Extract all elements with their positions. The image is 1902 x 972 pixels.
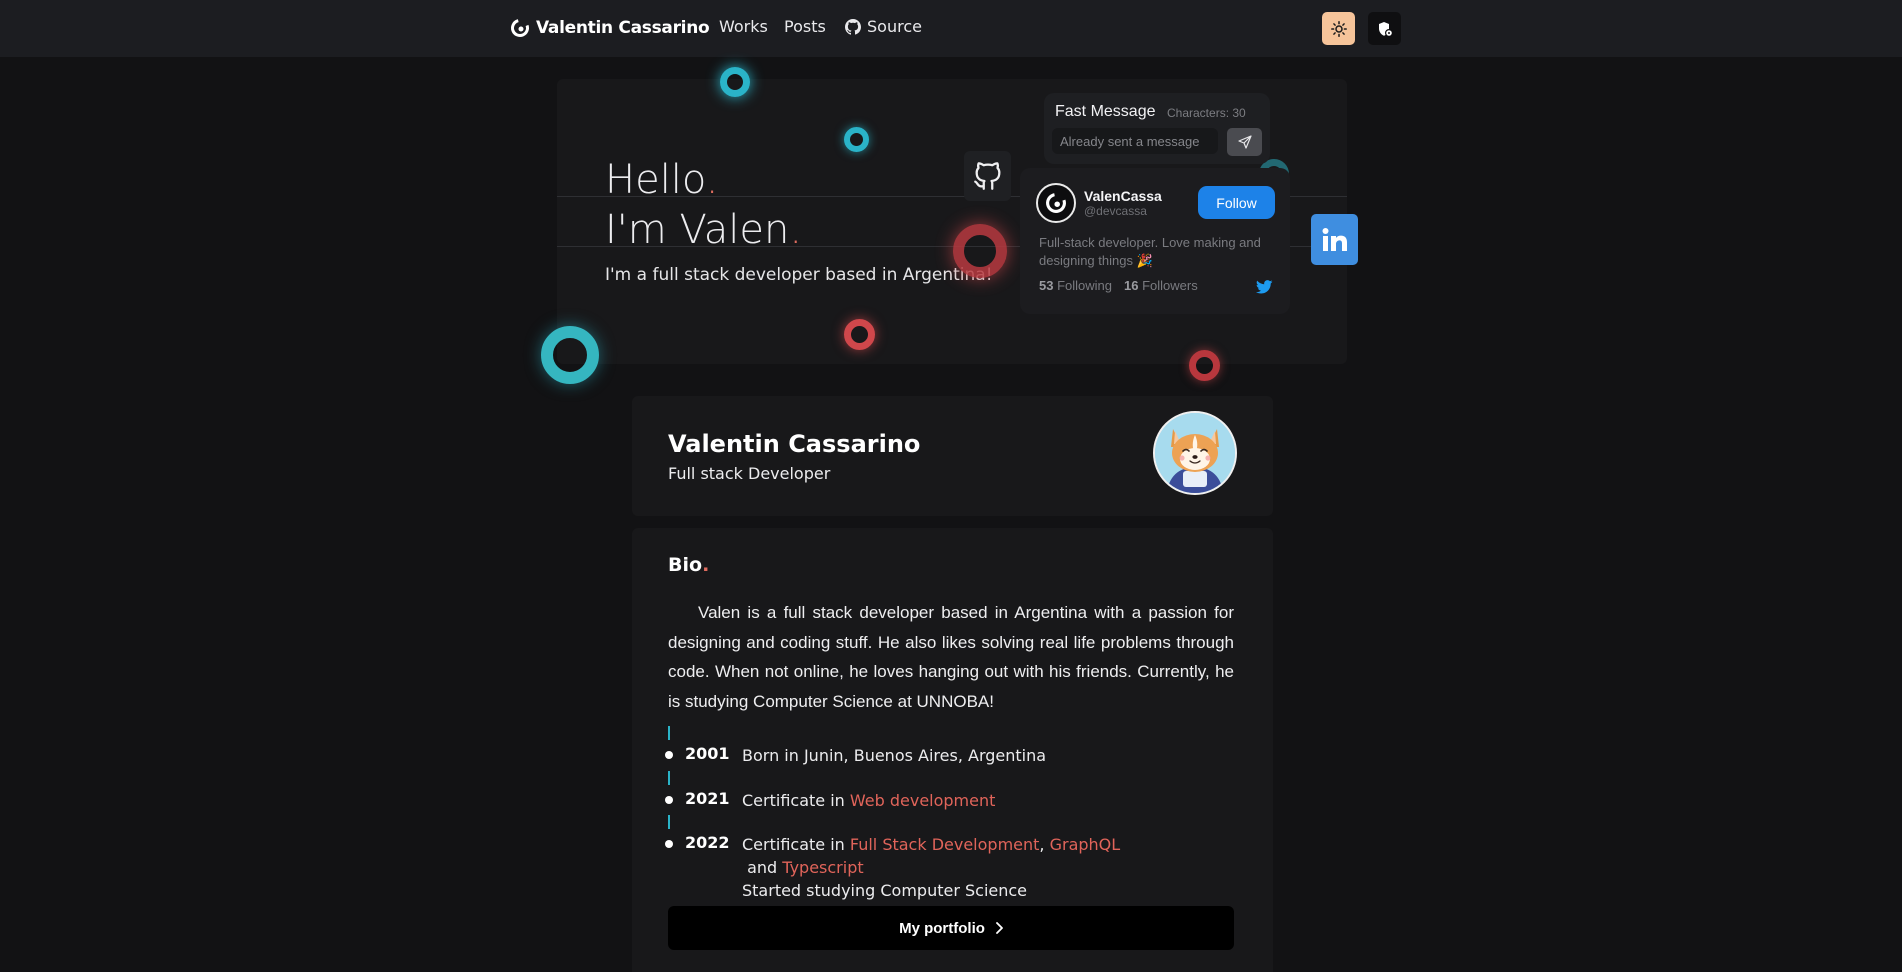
twitter-stats: 53 Following 16 Followers bbox=[1039, 278, 1198, 293]
web-development-link[interactable]: Web development bbox=[850, 791, 996, 810]
brand-link[interactable]: Valentin Cassarino bbox=[510, 15, 710, 41]
twitter-handle: @devcassa bbox=[1084, 204, 1147, 218]
teal-ring-decoration bbox=[720, 67, 750, 97]
message-input[interactable] bbox=[1052, 128, 1218, 154]
chevron-right-icon bbox=[996, 922, 1003, 934]
send-button[interactable] bbox=[1227, 128, 1262, 156]
brand-name: Valentin Cassarino bbox=[536, 18, 710, 38]
fast-message-widget: Fast Message Characters: 30 bbox=[1044, 93, 1270, 164]
timeline-prefix: Certificate in bbox=[742, 791, 850, 810]
send-icon bbox=[1237, 135, 1252, 149]
timeline-second-line: Started studying Computer Science bbox=[742, 881, 1028, 900]
twitter-name: ValenCassa bbox=[1084, 188, 1162, 204]
theme-toggle-button[interactable] bbox=[1322, 12, 1355, 45]
nav-source-label: Source bbox=[867, 17, 922, 36]
following-stat[interactable]: 53 Following bbox=[1039, 278, 1112, 293]
red-ring-decoration bbox=[844, 319, 875, 350]
bio-heading-text: Bio bbox=[668, 554, 703, 576]
followers-label: Followers bbox=[1142, 278, 1198, 293]
timeline-year: 2021 bbox=[685, 789, 730, 808]
timeline-text: Certificate in Web development bbox=[742, 789, 995, 812]
nav-posts[interactable]: Posts bbox=[784, 17, 826, 36]
typescript-link[interactable]: Typescript bbox=[782, 858, 863, 877]
github-link-tile[interactable] bbox=[964, 151, 1011, 201]
bio-card: Bio. Valen is a full stack developer bas… bbox=[632, 528, 1273, 972]
timeline-bullet bbox=[665, 796, 673, 804]
timeline-text: Certificate in Full Stack Development, G… bbox=[742, 833, 1222, 902]
followers-count: 16 bbox=[1124, 278, 1139, 293]
shield-icon bbox=[1378, 21, 1393, 37]
timeline-year: 2022 bbox=[685, 833, 730, 852]
timeline-connector bbox=[668, 726, 670, 740]
bio-heading: Bio. bbox=[668, 554, 709, 576]
logo-icon bbox=[511, 19, 529, 37]
graphql-link[interactable]: GraphQL bbox=[1050, 835, 1121, 854]
timeline-bullet bbox=[665, 840, 673, 848]
full-stack-link[interactable]: Full Stack Development bbox=[850, 835, 1040, 854]
twitter-bio: Full-stack developer. Love making and de… bbox=[1039, 235, 1261, 268]
twitter-avatar bbox=[1036, 183, 1076, 223]
teal-ring-decoration bbox=[541, 326, 599, 384]
hero-subtitle: I'm a full stack developer based in Arge… bbox=[605, 265, 993, 285]
bio-heading-dot: . bbox=[702, 554, 710, 576]
linkedin-icon bbox=[1322, 227, 1347, 251]
shield-button[interactable] bbox=[1368, 12, 1401, 45]
fast-message-title: Fast Message bbox=[1055, 103, 1156, 120]
timeline-prefix: Certificate in bbox=[742, 835, 850, 854]
timeline-separator: , bbox=[1039, 835, 1050, 854]
bio-paragraph: Valen is a full stack developer based in… bbox=[668, 603, 1234, 711]
hero-greeting-text: I'm Valen bbox=[605, 207, 790, 253]
profile-card: Valentin Cassarino Full stack Developer bbox=[632, 396, 1273, 516]
following-count: 53 bbox=[1039, 278, 1054, 293]
sun-icon bbox=[1330, 20, 1347, 37]
profile-name: Valentin Cassarino bbox=[668, 430, 921, 458]
following-label: Following bbox=[1057, 278, 1113, 293]
corgi-avatar-icon bbox=[1155, 413, 1235, 493]
nav-source[interactable]: Source bbox=[845, 17, 922, 36]
hero-hello: Hello. bbox=[605, 155, 718, 205]
linkedin-link-tile[interactable] bbox=[1311, 214, 1358, 265]
navbar: Valentin Cassarino Works Posts Source bbox=[0, 0, 1902, 57]
logo-icon bbox=[1046, 193, 1066, 213]
timeline-bullet bbox=[665, 751, 673, 759]
timeline-connector bbox=[668, 771, 670, 785]
red-ring-decoration bbox=[953, 224, 1007, 278]
hero-hello-text: Hello bbox=[605, 157, 706, 203]
follow-button[interactable]: Follow bbox=[1198, 186, 1275, 219]
github-icon bbox=[845, 18, 861, 35]
hero-hello-dot: . bbox=[705, 157, 719, 203]
hero-greeting: I'm Valen. bbox=[605, 205, 802, 255]
character-count: Characters: 30 bbox=[1167, 106, 1246, 120]
timeline-separator: and bbox=[742, 858, 783, 877]
portfolio-button[interactable]: My portfolio bbox=[668, 906, 1234, 950]
profile-avatar bbox=[1153, 411, 1237, 495]
timeline-text: Born in Junin, Buenos Aires, Argentina bbox=[742, 746, 1047, 765]
red-ring-decoration bbox=[1189, 350, 1220, 381]
twitter-icon bbox=[1256, 280, 1273, 294]
nav-works[interactable]: Works bbox=[719, 17, 768, 36]
timeline-year: 2001 bbox=[685, 744, 730, 763]
hero-greeting-dot: . bbox=[789, 207, 803, 253]
followers-stat[interactable]: 16 Followers bbox=[1124, 278, 1198, 293]
profile-role: Full stack Developer bbox=[668, 464, 831, 483]
timeline-connector bbox=[668, 815, 670, 829]
teal-ring-decoration bbox=[844, 127, 869, 152]
portfolio-label: My portfolio bbox=[899, 919, 985, 937]
twitter-profile-card: ValenCassa @devcassa Follow Full-stack d… bbox=[1020, 168, 1290, 314]
github-icon bbox=[973, 162, 1000, 190]
